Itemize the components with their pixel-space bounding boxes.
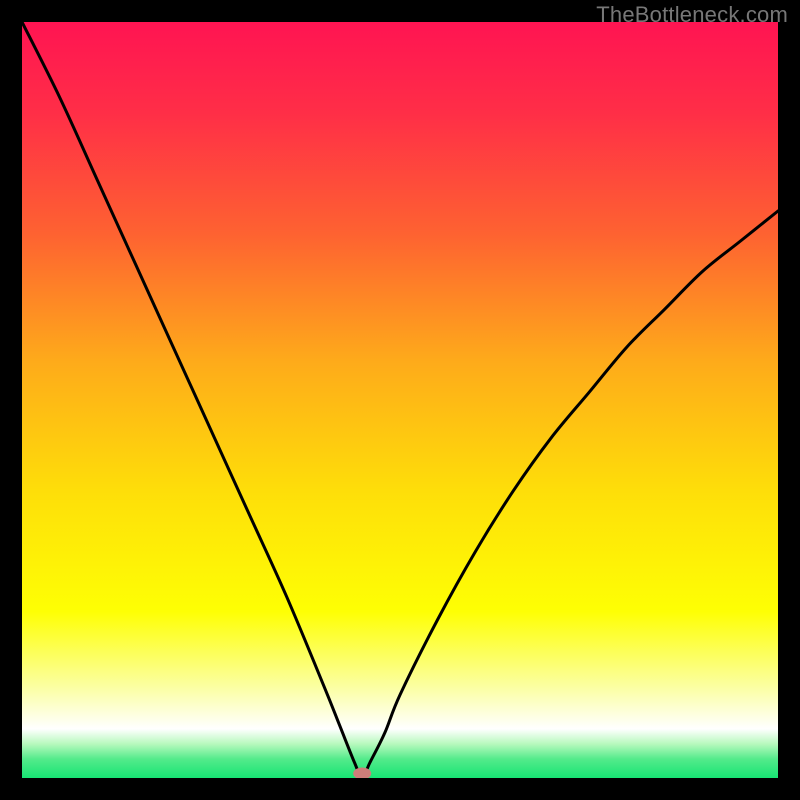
gradient-background — [22, 22, 778, 778]
chart-frame: TheBottleneck.com — [0, 0, 800, 800]
chart-svg — [22, 22, 778, 778]
plot-area — [22, 22, 778, 778]
